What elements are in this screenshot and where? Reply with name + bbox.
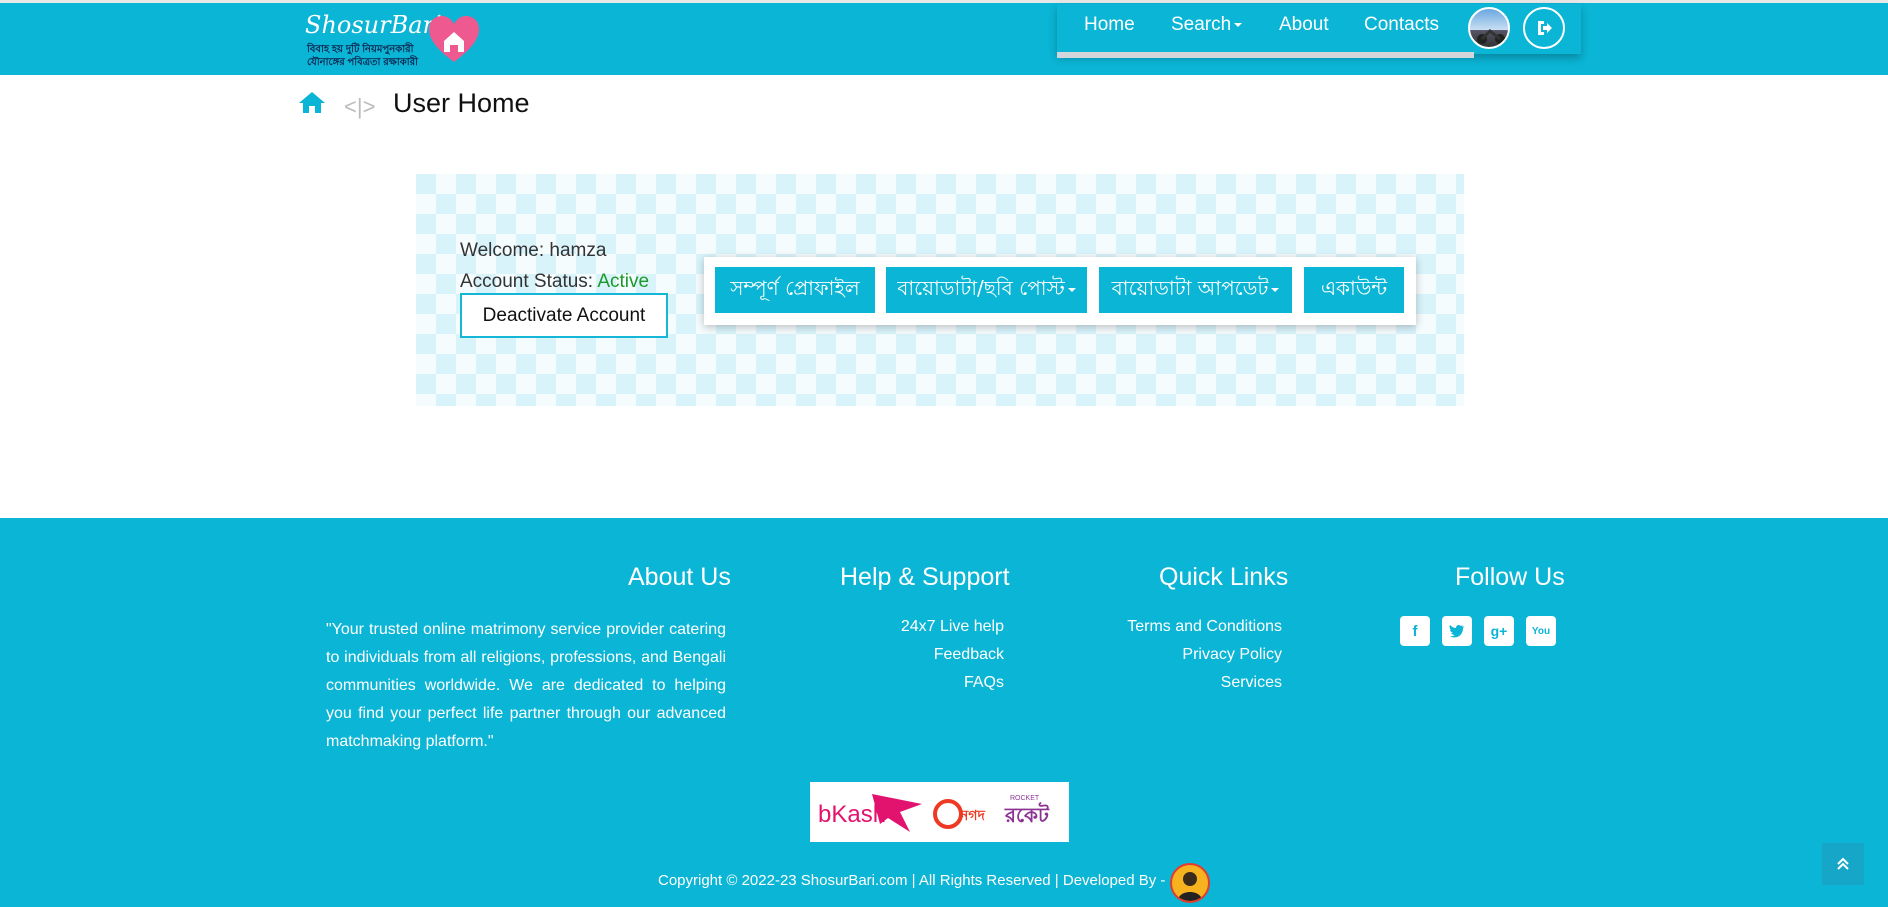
nav-contacts[interactable]: Contacts: [1364, 14, 1439, 36]
deactivate-account-button[interactable]: Deactivate Account: [460, 293, 668, 338]
caret-down-icon: [1067, 288, 1076, 292]
quick-links-heading: Quick Links: [1159, 563, 1289, 591]
caret-down-icon: [1234, 22, 1243, 27]
logout-button[interactable]: [1523, 7, 1565, 49]
payment-methods-banner: bKash নগদ ROCKET রকেট: [810, 782, 1069, 842]
copyright-text: Copyright © 2022-23 ShosurBari.com | All…: [658, 872, 1166, 889]
sign-out-icon: [1538, 21, 1552, 35]
biodata-update-button[interactable]: বায়োডাটা আপডেট: [1099, 267, 1292, 313]
developer-photo: [1178, 872, 1202, 901]
caret-down-icon: [1271, 288, 1280, 292]
heart-home-icon: [429, 16, 479, 62]
account-label: একাউন্ট: [1320, 275, 1388, 300]
developer-avatar[interactable]: [1170, 863, 1210, 903]
page-title: User Home: [393, 88, 530, 118]
about-heading: About Us: [628, 563, 731, 591]
help-link-feedback[interactable]: Feedback: [934, 646, 1004, 664]
rocket-label: রকেট: [1004, 802, 1050, 827]
help-link-live[interactable]: 24x7 Live help: [901, 618, 1004, 636]
site-header: ShosurBari বিবাহ হয় দুটি নিয়মপুনকারী য…: [0, 0, 1888, 75]
site-logo[interactable]: ShosurBari বিবাহ হয় দুটি নিয়মপুনকারী য…: [305, 11, 480, 68]
full-profile-label: সম্পূর্ণ প্রোফাইল: [730, 275, 860, 300]
nagad-icon: [933, 799, 963, 829]
link-services[interactable]: Services: [1221, 674, 1282, 692]
logo-title: ShosurBari: [305, 11, 442, 39]
double-chevron-up-icon: [1837, 857, 1849, 870]
help-link-faqs[interactable]: FAQs: [964, 674, 1004, 692]
nagad-label: নগদ: [959, 808, 986, 824]
nav-search[interactable]: Search: [1171, 14, 1243, 36]
welcome-text: Welcome: hamza: [460, 240, 607, 261]
nav-underline: [1057, 52, 1474, 58]
follow-heading: Follow Us: [1455, 563, 1565, 591]
rocket-small-label: ROCKET: [1010, 795, 1040, 802]
youtube-icon[interactable]: You: [1526, 616, 1556, 646]
status-label: Account Status: [460, 271, 588, 292]
biodata-update-label: বায়োডাটা আপডেট: [1111, 275, 1269, 300]
nav-search-label: Search: [1171, 14, 1232, 35]
link-privacy[interactable]: Privacy Policy: [1182, 646, 1282, 664]
biodata-post-button[interactable]: বায়োডাটা/ছবি পোস্ট: [886, 267, 1087, 313]
logo-tagline-2: যৌনাঙ্গের পবিত্রতা রক্ষাকারী: [307, 57, 418, 68]
account-status: Account Status: Active: [460, 271, 650, 292]
full-profile-button[interactable]: সম্পূর্ণ প্রোফাইল: [715, 267, 875, 313]
biodata-post-label: বায়োডাটা/ছবি পোস্ট: [897, 275, 1065, 300]
facebook-icon[interactable]: f: [1400, 616, 1430, 646]
help-heading: Help & Support: [840, 563, 1010, 591]
home-icon[interactable]: [298, 90, 326, 114]
status-value: Active: [597, 271, 650, 292]
about-text: "Your trusted online matrimony service p…: [326, 621, 726, 750]
twitter-bird-icon: [1449, 624, 1464, 638]
username: hamza: [549, 240, 607, 261]
breadcrumb-separator: <|>: [344, 94, 376, 119]
link-terms[interactable]: Terms and Conditions: [1127, 618, 1282, 636]
nav-home[interactable]: Home: [1084, 14, 1135, 36]
payment-logos: bKash নগদ ROCKET রকেট: [818, 794, 1050, 832]
welcome-label: Welcome: [460, 240, 539, 261]
nav-about[interactable]: About: [1279, 14, 1329, 36]
google-plus-icon[interactable]: g+: [1484, 616, 1514, 646]
twitter-icon[interactable]: [1442, 616, 1472, 646]
user-avatar[interactable]: [1468, 7, 1510, 49]
scroll-to-top-button[interactable]: [1822, 843, 1864, 885]
account-button[interactable]: একাউন্ট: [1304, 267, 1404, 313]
